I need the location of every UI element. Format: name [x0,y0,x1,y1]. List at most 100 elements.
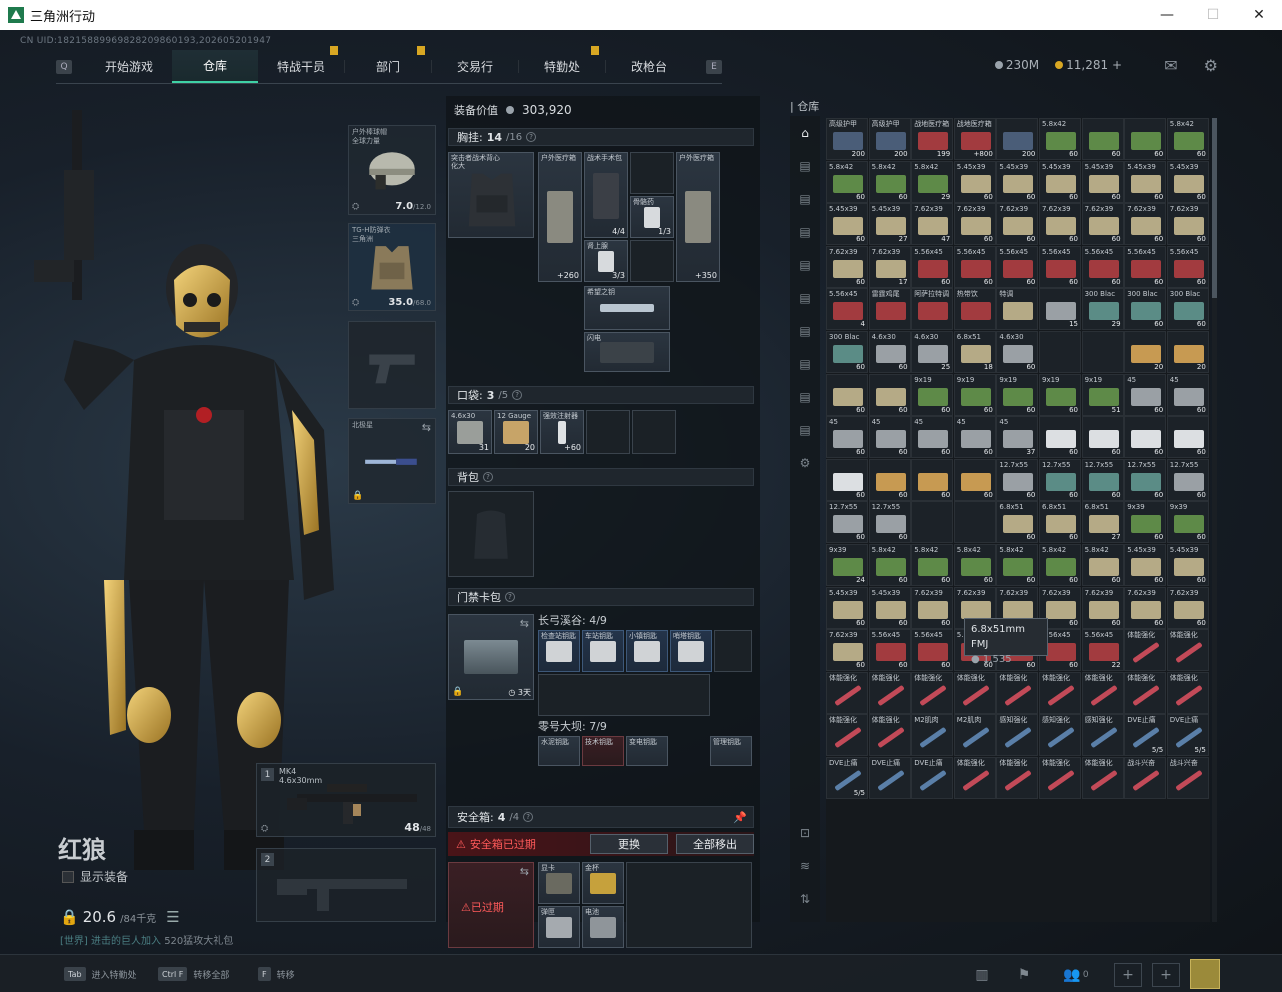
stash-item[interactable]: 7.62x39 60 [1039,203,1081,246]
stash-item[interactable]: 5.8x42 60 [826,160,868,203]
stash-item[interactable]: 体能强化 [1124,629,1167,672]
stash-item[interactable]: 5.45x39 60 [953,160,996,203]
stash-item[interactable]: 7.62x39 60 [996,203,1039,246]
stash-item[interactable]: 45 60 [953,416,996,459]
stash-item[interactable]: 7.62x39 60 [1166,586,1209,629]
stash-item[interactable]: 感知强化 [1081,714,1124,757]
pin-icon[interactable]: 📌 [733,811,747,824]
stash-item[interactable]: 5.8x42 60 [911,544,954,586]
stash-item[interactable]: 5.45x39 60 [996,160,1039,203]
stash-tab-3-icon[interactable]: ▤ [790,215,820,248]
hint-transfer[interactable]: F 转移 [258,967,295,981]
chest-slot-item[interactable]: 骨骼药 1/3 [630,196,674,238]
stash-settings-icon[interactable]: ⚙ [790,446,820,479]
stash-item[interactable]: 6.8x51 60 [996,501,1039,544]
stash-item[interactable]: 12.7x55 60 [1081,458,1124,501]
stash-tab-7-icon[interactable]: ▤ [790,347,820,380]
stash-item[interactable]: 雷霆鸡尾 [868,288,911,331]
stash-item[interactable]: 5.56x45 60 [996,245,1039,288]
stash-item[interactable]: 阿萨拉特调 [911,288,954,331]
stash-item[interactable]: 战地医疗箱 199 [911,118,954,160]
pistol-slot[interactable] [348,321,436,409]
stash-item[interactable]: 9x39 24 [826,544,868,586]
stash-item[interactable]: 60 [826,458,868,501]
stash-item[interactable]: 7.62x39 60 [911,586,954,629]
tab-operators[interactable]: 特战干员 [258,46,344,83]
stash-item[interactable]: 5.8x42 60 [1166,118,1209,160]
stash-item[interactable]: 5.45x39 60 [1081,160,1124,203]
show-equipment-toggle[interactable]: 显示装备 [62,868,128,885]
stash-item[interactable]: 特调 [996,288,1039,331]
gold-currency[interactable]: 11,281 + [1055,58,1122,72]
stash-empty-cell[interactable] [911,501,954,544]
stash-item[interactable]: 5.45x39 60 [868,586,911,629]
stash-item[interactable]: 60 [911,458,954,501]
stash-item[interactable]: 5.8x42 60 [953,544,996,586]
scrollbar-thumb[interactable] [1212,118,1217,298]
key-item[interactable]: 车站钥匙 [582,630,624,672]
stash-item[interactable]: 体能强化 [868,714,911,757]
help-icon[interactable]: ? [512,390,523,400]
key-item[interactable]: 检查站钥匙 [538,630,580,672]
stash-item[interactable]: 300 Blac 60 [826,331,868,373]
armor-slot[interactable]: TG-H防弹衣 三角洲 ⛭ 35.0/68.0 [348,223,436,311]
mail-icon[interactable]: ✉ [1164,56,1177,75]
stash-item[interactable]: 4.6x30 25 [911,331,954,373]
stash-item[interactable]: M2肌肉 [953,714,996,757]
stash-item[interactable]: 7.62x39 47 [911,203,954,246]
stash-item[interactable]: 300 Blac 60 [1124,288,1167,331]
stash-item[interactable]: 5.56x45 60 [1124,245,1167,288]
safe-slot-item[interactable]: 显卡 [538,862,580,904]
stash-item[interactable]: 热带饮 [953,288,996,331]
replace-button[interactable]: 更换 [590,834,668,854]
stash-item[interactable]: M2肌肉 [911,714,954,757]
stash-item[interactable]: DVE止痛 5/5 [1166,714,1209,757]
stash-item[interactable]: 45 60 [826,416,868,459]
stash-item[interactable]: 5.45x39 60 [826,586,868,629]
stash-item[interactable]: 15 [1039,288,1081,331]
stash-tab-6-icon[interactable]: ▤ [790,314,820,347]
pocket-item[interactable]: 4.6x30 31 [448,410,492,454]
stash-item[interactable]: 5.45x39 60 [1124,544,1167,586]
stash-item[interactable]: 7.62x39 60 [1081,203,1124,246]
stash-layers-icon[interactable]: ≋ [790,849,820,882]
checkbox[interactable] [62,870,74,883]
stash-item[interactable]: 体能强化 [826,671,868,714]
stash-item[interactable]: 5.8x42 60 [868,544,911,586]
add-teammate-button[interactable]: + [1152,963,1180,987]
keycard-case-item[interactable]: ⇆ 🔒 ◷ 3天 [448,614,534,700]
stash-empty-cell[interactable] [1081,331,1124,373]
tab-department[interactable]: 部门 [345,46,431,83]
stash-item[interactable]: 5.8x42 60 [1039,544,1081,586]
stash-item[interactable]: 战地医疗箱 +800 [953,118,996,160]
minimize-button[interactable]: — [1144,0,1190,30]
key-item[interactable]: 小镇钥匙 [626,630,668,672]
stash-item[interactable]: 7.62x39 60 [826,245,868,288]
stash-item[interactable]: 5.8x42 60 [868,160,911,203]
stash-item[interactable]: 5.56x45 60 [953,245,996,288]
add-currency-button[interactable]: + [1112,58,1122,72]
safe-slot-item[interactable]: 弹匣 [538,906,580,948]
empty-slot[interactable] [538,674,710,716]
stash-vault-icon[interactable]: ⊡ [790,816,820,849]
stash-item[interactable]: 300 Blac 60 [1166,288,1209,331]
chest-slot-item[interactable]: 战术手术包 4/4 [584,152,628,238]
stash-item[interactable]: 20 [1124,331,1167,373]
empty-slot[interactable] [626,862,752,948]
help-icon[interactable]: ? [523,812,534,822]
close-button[interactable]: ✕ [1236,0,1282,30]
stash-item[interactable]: 12.7x55 60 [1166,458,1209,501]
stash-item[interactable]: 5.45x39 60 [826,203,868,246]
help-icon[interactable]: ? [483,472,493,482]
stash-item[interactable]: 45 60 [1124,373,1167,416]
stash-item[interactable]: 300 Blac 29 [1081,288,1124,331]
stash-scrollbar[interactable] [1212,118,1217,922]
stash-item[interactable]: 体能强化 [1124,671,1167,714]
stash-item[interactable]: 5.56x45 4 [826,288,868,331]
stash-item[interactable]: 高级护甲 200 [868,118,911,160]
stash-empty-cell[interactable] [1039,331,1081,373]
hint-transfer-all[interactable]: Ctrl F 转移全部 [158,967,229,981]
key-item[interactable]: 哨塔钥匙 [670,630,712,672]
stash-item[interactable]: 20 [1166,331,1209,373]
stash-item[interactable]: 9x19 60 [996,373,1039,416]
